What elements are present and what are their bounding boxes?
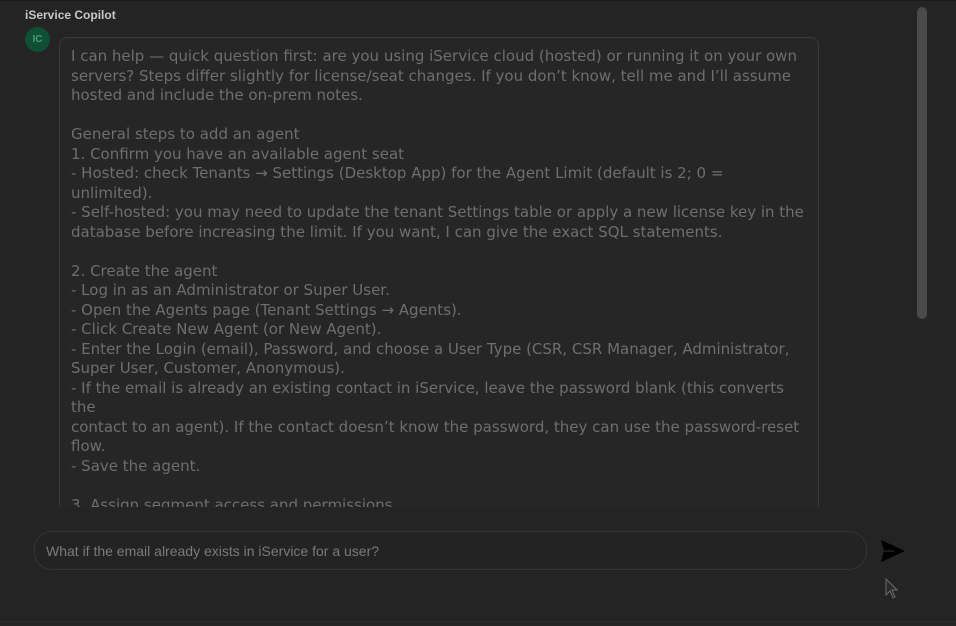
avatar: IC — [25, 27, 50, 52]
sender-name: iService Copilot — [25, 8, 116, 22]
chat-scrollbar[interactable] — [917, 7, 927, 319]
chat-history[interactable]: iService Copilot IC I can help — quick q… — [0, 1, 940, 507]
copilot-chat-window: iService Copilot IC I can help — quick q… — [0, 0, 956, 626]
send-icon — [881, 540, 905, 562]
assistant-message-text: I can help — quick question first: are y… — [71, 47, 804, 507]
assistant-message-bubble: I can help — quick question first: are y… — [59, 37, 819, 507]
message-input[interactable]: What if the email already exists in iSer… — [34, 531, 867, 570]
send-button[interactable] — [878, 537, 908, 565]
divider — [0, 621, 956, 622]
mouse-pointer-icon — [885, 578, 899, 599]
message-composer: What if the email already exists in iSer… — [0, 507, 956, 626]
